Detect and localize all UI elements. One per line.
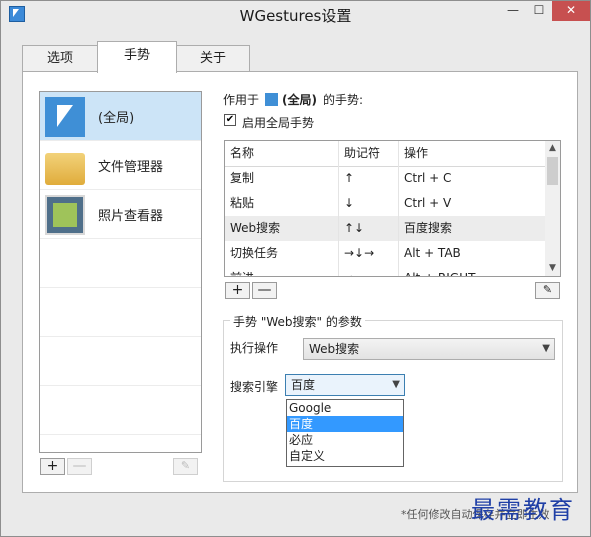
tab-about[interactable]: 关于 (176, 45, 250, 71)
scope-suffix: 的手势: (323, 93, 364, 107)
gesture-name: Web搜索 (225, 216, 339, 241)
table-row[interactable]: 前进 → Alt + RIGHT (225, 266, 546, 276)
engine-label: 搜索引擎 (230, 380, 279, 394)
table-row[interactable]: 切换任务 →↓→ Alt + TAB (225, 241, 546, 266)
edit-gesture-button[interactable]: ✎ (535, 282, 560, 299)
engine-option-bing[interactable]: 必应 (287, 432, 403, 448)
gesture-action: Alt + RIGHT (399, 266, 546, 276)
gesture-cursor-icon (45, 97, 85, 137)
gesture-mnemonic: ↑↓ (339, 216, 399, 241)
list-item (40, 288, 201, 337)
minimize-button[interactable]: — (500, 1, 526, 21)
gesture-mnemonic: →↓→ (339, 241, 399, 266)
table-scrollbar[interactable]: ▲ ▼ (545, 141, 560, 276)
app-item-label: 文件管理器 (98, 160, 164, 175)
photo-viewer-icon (45, 195, 85, 235)
scope-heading: 作用于 (全局) 的手势: (223, 91, 363, 108)
tab-gestures[interactable]: 手势 (97, 41, 177, 73)
action-label: 执行操作 (230, 341, 279, 355)
action-select[interactable]: Web搜索 ▼ (303, 338, 555, 360)
engine-option-baidu[interactable]: 百度 (287, 416, 403, 432)
remove-app-button[interactable]: — (67, 458, 92, 475)
gesture-mnemonic: ↑ (339, 166, 399, 191)
gesture-name: 粘贴 (225, 191, 339, 216)
engine-option-google[interactable]: Google (287, 400, 403, 416)
scope-prefix: 作用于 (223, 93, 260, 107)
gesture-name: 切换任务 (225, 241, 339, 266)
params-title: 手势 "Web搜索" 的参数 (230, 313, 365, 330)
chevron-down-icon: ▼ (392, 379, 400, 390)
close-button[interactable]: ✕ (552, 1, 590, 21)
remove-gesture-button[interactable]: — (252, 282, 277, 299)
title-bar[interactable]: WGestures设置 — ☐ ✕ (1, 1, 590, 28)
list-item (40, 386, 201, 435)
chevron-down-icon: ▼ (542, 343, 550, 354)
app-item-label: (全局) (98, 111, 135, 126)
engine-select-value: 百度 (291, 378, 316, 392)
app-list[interactable]: (全局) 文件管理器 照片查看器 (39, 91, 202, 453)
edit-app-button[interactable]: ✎ (173, 458, 198, 475)
scrollbar-thumb[interactable] (547, 157, 558, 185)
action-select-value: Web搜索 (309, 342, 360, 356)
add-app-button[interactable]: + (40, 458, 65, 475)
table-header: 名称 助记符 操作 (225, 141, 546, 167)
enable-global-label[interactable]: 启用全局手势 (242, 114, 314, 131)
list-item (40, 337, 201, 386)
gesture-name: 前进 (225, 266, 339, 276)
gesture-mnemonic: ↓ (339, 191, 399, 216)
maximize-button[interactable]: ☐ (526, 1, 552, 21)
app-item-file-manager[interactable]: 文件管理器 (40, 141, 201, 190)
scroll-up-icon[interactable]: ▲ (545, 141, 560, 156)
tab-options[interactable]: 选项 (22, 45, 98, 71)
scope-target: (全局) (282, 93, 317, 107)
engine-option-custom[interactable]: 自定义 (287, 448, 403, 464)
scroll-down-icon[interactable]: ▼ (545, 261, 560, 276)
list-item (40, 239, 201, 288)
gesture-action: 百度搜索 (404, 221, 453, 235)
engine-select[interactable]: 百度 ▼ (285, 374, 405, 396)
app-item-label: 照片查看器 (98, 209, 164, 224)
settings-window: WGestures设置 — ☐ ✕ 选项 手势 关于 (全局) 文件管理器 照片… (0, 0, 591, 537)
column-header-name[interactable]: 名称 (225, 141, 339, 166)
app-item-photo-viewer[interactable]: 照片查看器 (40, 190, 201, 239)
gesture-action: Ctrl + C (404, 171, 452, 185)
gesture-name: 复制 (225, 166, 339, 191)
folder-icon (45, 153, 85, 185)
column-header-action[interactable]: 操作 (399, 141, 546, 166)
table-row[interactable]: 复制 ↑ Ctrl + C (225, 166, 546, 191)
engine-dropdown-list[interactable]: Google 百度 必应 自定义 (286, 399, 404, 467)
gesture-action: Alt + TAB (404, 246, 461, 260)
gesture-table: 名称 助记符 操作 复制 ↑ Ctrl + C 粘贴 ↓ Ctrl + V We… (224, 140, 561, 277)
app-item-global[interactable]: (全局) (40, 92, 201, 141)
watermark: 最需教育 (471, 496, 575, 524)
table-row[interactable]: 粘贴 ↓ Ctrl + V (225, 191, 546, 216)
gesture-action: Ctrl + V (404, 196, 452, 210)
gesture-cursor-icon (265, 93, 279, 106)
gesture-mnemonic: → (339, 266, 399, 276)
add-gesture-button[interactable]: + (225, 282, 250, 299)
column-header-mnemonic[interactable]: 助记符 (339, 141, 399, 166)
table-row[interactable]: Web搜索 ↑↓ 百度搜索 (225, 216, 546, 241)
enable-global-checkbox[interactable]: ✔ (224, 114, 236, 126)
